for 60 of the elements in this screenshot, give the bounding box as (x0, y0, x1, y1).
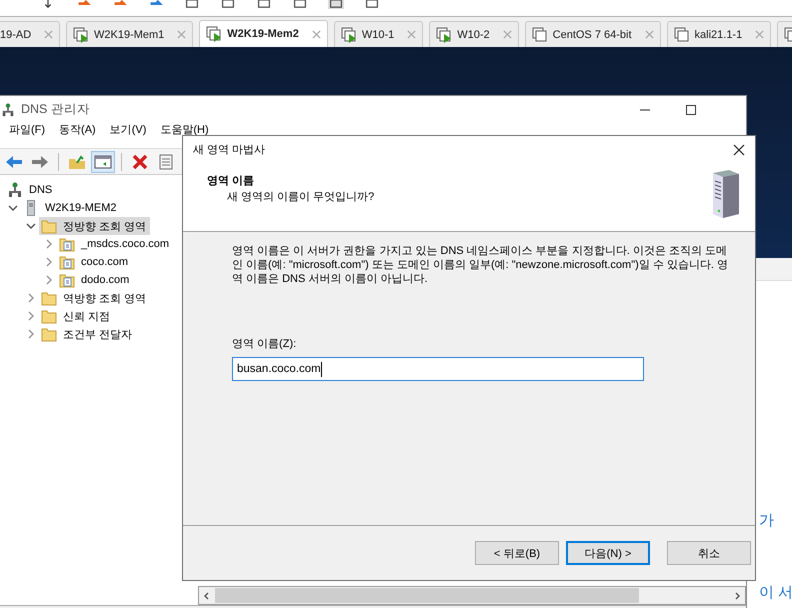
maximize-icon[interactable] (686, 104, 696, 114)
chevron-right-icon[interactable] (44, 239, 54, 249)
folder-icon (41, 308, 57, 324)
menu-item[interactable]: 파일(F) (9, 124, 46, 136)
dns-network-icon (7, 182, 23, 198)
tree-item[interactable]: 조건부 전달자 (39, 325, 136, 343)
link-text: 가 (759, 511, 775, 531)
folder-icon (41, 326, 57, 342)
wizard-button[interactable]: 취소 (667, 541, 751, 565)
chevron-down-icon[interactable] (26, 221, 36, 231)
menu-item[interactable]: 도움말(H) (160, 124, 209, 136)
zone-file-icon (59, 272, 75, 288)
dialog-title: 새 영역 마법사 (193, 143, 266, 157)
vm-tab[interactable]: W2K19-Mem1 (66, 21, 194, 47)
vm-tab[interactable]: kali21.1-1 (666, 21, 772, 47)
vm-tab[interactable]: W10-1 (334, 21, 424, 47)
chevron-right-icon[interactable] (44, 257, 54, 267)
tree-item[interactable]: 역방향 조회 영역 (39, 289, 150, 307)
console-tree-icon[interactable] (92, 152, 114, 172)
chevron-down-icon[interactable] (8, 203, 18, 213)
chevron-right-icon[interactable] (26, 293, 36, 303)
zone-file-icon (59, 254, 75, 270)
tree-item[interactable]: _msdcs.coco.com (57, 235, 174, 253)
vm-tab[interactable]: W10-2 (429, 21, 519, 47)
page-heading: 영역 이름 (207, 174, 256, 188)
vm-tab[interactable]: W2K19-Mem2 (199, 20, 328, 47)
link-text: 이 서 (759, 583, 792, 603)
description-text: 영역 이름은 이 서버가 권한을 가지고 있는 DNS 네임스페이스 부분을 지정합니다. 이것은 조직의 도메인 이름(예: "microsoft.com") 또는 도메인 이름의 일부(예: "newzone.microsoft.com")일 수 있습니다. 영역 이름은 DNS 서버의 이름이 아닙니다. (232, 244, 729, 286)
window-icon[interactable] (328, 0, 344, 9)
chevron-right-icon[interactable] (26, 311, 36, 321)
chevron-right-icon[interactable] (44, 275, 54, 285)
tree-item[interactable]: dodo.com (57, 271, 134, 289)
vm-tab[interactable]: 19-AD (0, 21, 60, 47)
vm-tab[interactable]: CentOS 7 64-bit (524, 21, 661, 47)
zone-file-icon (59, 236, 75, 252)
network-icon (1, 102, 15, 116)
folder-icon (41, 218, 57, 234)
close-icon[interactable] (733, 144, 745, 156)
tree-item[interactable]: DNS (5, 181, 56, 199)
wizard-button[interactable]: 다음(N) > (566, 541, 650, 565)
field-label: 영역 이름(Z): (232, 337, 298, 351)
window-icon[interactable] (292, 0, 308, 9)
menu-item[interactable]: 보기(V) (110, 124, 146, 136)
menu-item[interactable]: 동작(A) (59, 124, 96, 136)
horizontal-scrollbar[interactable] (198, 586, 746, 605)
folder-icon (41, 290, 57, 306)
scrollbar-thumb[interactable] (215, 588, 639, 603)
window-icon[interactable] (220, 0, 236, 9)
tree-item[interactable]: 정방향 조회 영역 (39, 217, 150, 235)
tree-item[interactable]: W2K19-MEM2 (21, 199, 121, 217)
tree-item[interactable]: 신뢰 지점 (39, 307, 114, 325)
window-icon[interactable] (184, 0, 200, 9)
window-title: DNS 관리자 (21, 101, 90, 118)
chevron-right-icon[interactable] (26, 329, 36, 339)
window-icon[interactable] (256, 0, 272, 9)
wizard-button[interactable]: < 뒤로(B) (475, 541, 559, 565)
tree-item[interactable]: coco.com (57, 253, 132, 271)
zone-name-field[interactable]: busan.coco.com (232, 357, 644, 381)
page-subheading: 새 영역의 이름이 무엇입니까? (226, 190, 374, 204)
window-icon[interactable] (364, 0, 380, 9)
